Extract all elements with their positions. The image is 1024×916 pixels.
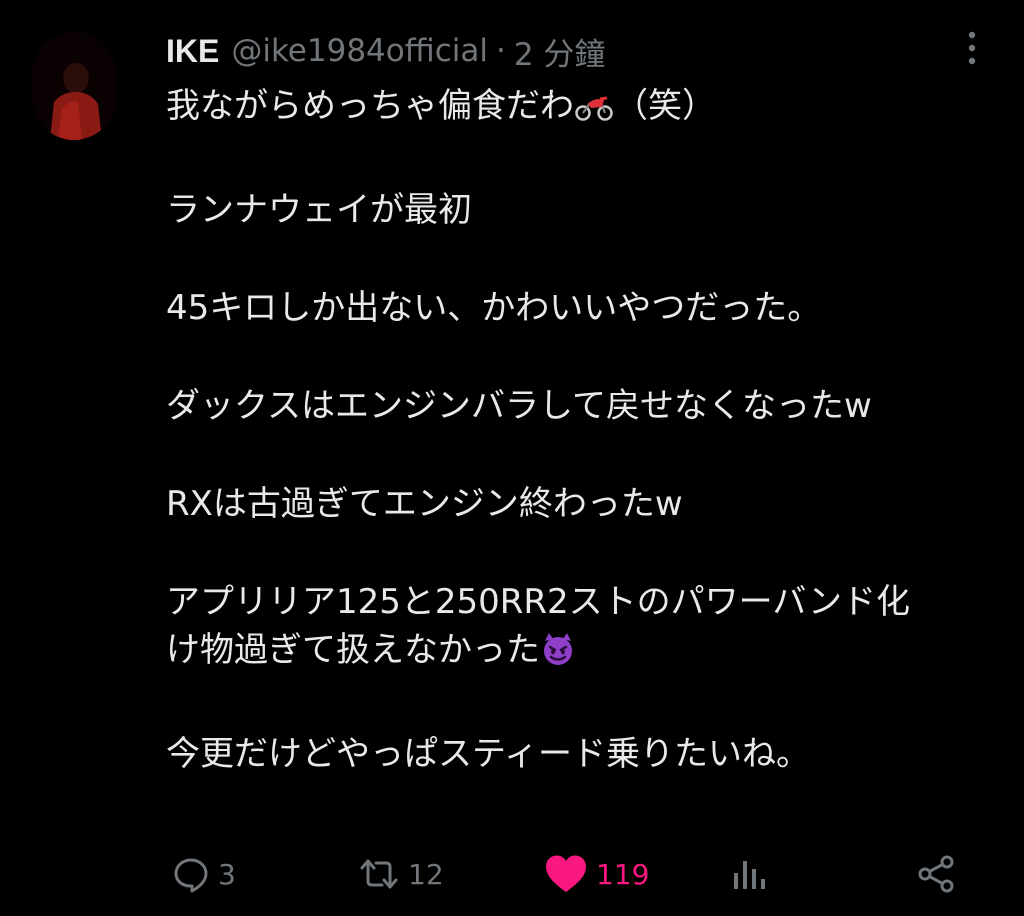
tweet-line: アプリリア125と250RR2ストのパワーバンド化	[166, 582, 911, 622]
retweet-icon	[360, 859, 398, 889]
more-options-button[interactable]	[958, 28, 986, 68]
share-button[interactable]	[916, 846, 956, 902]
avatar-photo	[32, 32, 116, 140]
analytics-icon	[734, 861, 765, 889]
tweet-paragraph: アプリリア125と250RR2ストのパワーバンド化 け物過ぎて扱えなかった	[166, 578, 996, 680]
more-dots-icon	[968, 31, 976, 65]
tweet-actions-bar: 3 12 119	[166, 846, 966, 902]
tweet-paragraph: RXは古過ぎてエンジン終わったw	[166, 480, 996, 528]
heart-icon	[546, 855, 586, 892]
tweet-paragraph: ランナウェイが最初	[166, 186, 996, 234]
tweet-paragraph: 45キロしか出ない、かわいいやつだった。	[166, 284, 996, 332]
tweet-header: IKE @ike1984official · 2 分鐘	[166, 28, 605, 74]
like-button[interactable]: 119	[544, 846, 649, 902]
tweet-paragraph: 今更だけどやっぱスティード乗りたいね。	[166, 730, 996, 778]
motorcycle-emoji	[574, 88, 614, 136]
tweet-line: （笑）	[614, 86, 716, 126]
header-separator: ·	[495, 33, 506, 69]
share-icon	[918, 855, 954, 893]
tweet-paragraph: ダックスはエンジンバラして戻せなくなったw	[166, 382, 996, 430]
reply-button[interactable]: 3	[172, 846, 236, 902]
author-handle[interactable]: @ike1984official	[231, 33, 488, 69]
tweet-line: ランナウェイが最初	[166, 190, 472, 230]
tweet-line: 我ながらめっちゃ偏食だわ	[166, 86, 574, 126]
like-count: 119	[596, 857, 650, 891]
reply-icon	[174, 858, 208, 893]
tweet-line: 45キロしか出ない、かわいいやつだった。	[166, 288, 822, 328]
retweet-count: 12	[408, 857, 444, 891]
reply-count: 3	[218, 857, 236, 891]
avatar[interactable]	[32, 32, 116, 140]
tweet-line: 今更だけどやっぱスティード乗りたいね。	[166, 734, 810, 774]
tweet-line: ダックスはエンジンバラして戻せなくなったw	[166, 386, 872, 426]
retweet-button[interactable]: 12	[358, 846, 444, 902]
tweet-line: け物過ぎて扱えなかった	[166, 630, 540, 670]
tweet-line: RXは古過ぎてエンジン終わったw	[166, 484, 683, 524]
smiling-devil-emoji	[540, 631, 576, 680]
tweet-text: 我ながらめっちゃ偏食だわ （笑） ランナウェイが最初 45キロしか出ない、かわい…	[166, 82, 996, 778]
views-button[interactable]	[732, 846, 766, 902]
tweet-paragraph: 我ながらめっちゃ偏食だわ （笑）	[166, 82, 996, 136]
tweet-timestamp[interactable]: 2 分鐘	[514, 29, 606, 74]
author-display-name[interactable]: IKE	[166, 33, 219, 70]
